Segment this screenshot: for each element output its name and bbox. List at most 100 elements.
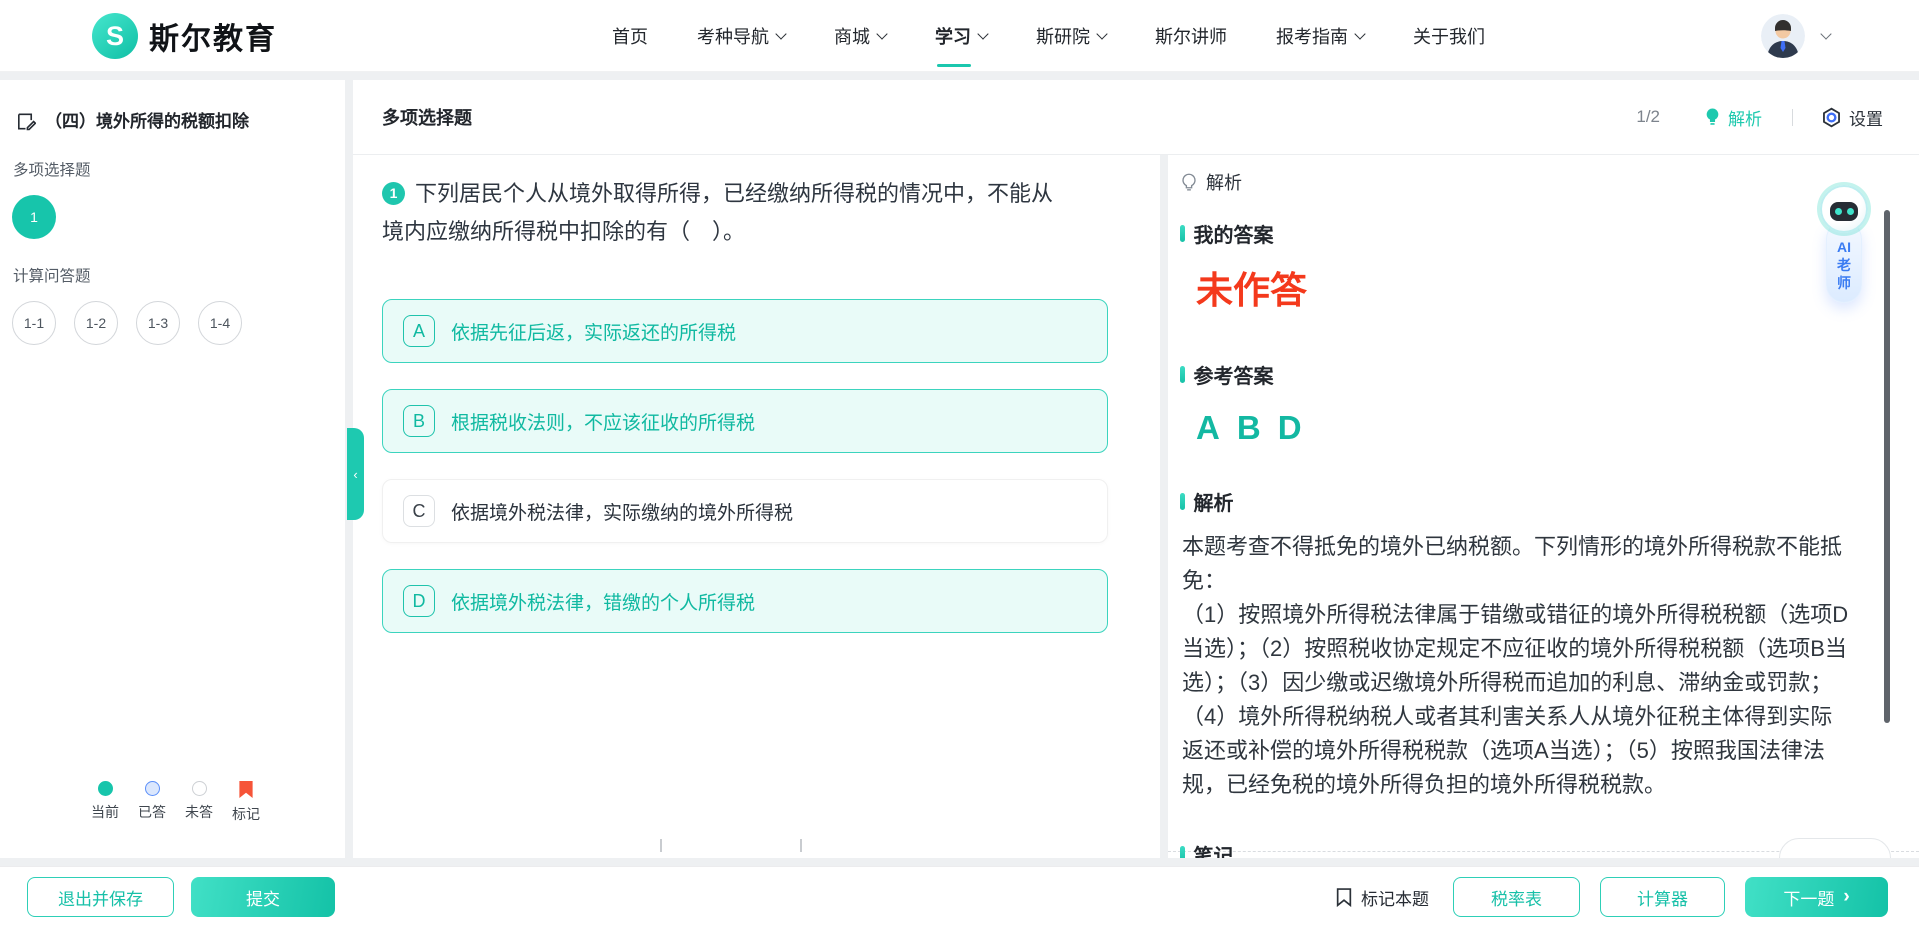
question-type-label: 多项选择题 <box>382 104 472 130</box>
option-letter: B <box>403 405 435 437</box>
mark-question-label: 标记本题 <box>1361 885 1429 910</box>
question-number-button[interactable]: 1-1 <box>12 301 56 345</box>
options-list: A 依据先征后返，实际返还的所得税 B 根据税收法则，不应该征收的所得税 C 依… <box>382 299 1108 633</box>
sidebar-collapse-button[interactable]: ‹ <box>347 428 364 520</box>
ai-teacher-button[interactable]: AI老师 <box>1820 185 1868 303</box>
settings-button[interactable]: 设置 <box>1821 105 1883 130</box>
brand-logo[interactable]: S 斯尔教育 <box>92 0 277 72</box>
legend-unanswered: 未答 <box>180 781 218 824</box>
chevron-down-icon <box>1820 28 1831 39</box>
legend-answered: 已答 <box>133 781 171 824</box>
analysis-section-label: 解析 <box>1194 487 1234 516</box>
chevron-down-icon <box>876 28 887 39</box>
section-label-calculation: 计算问答题 <box>13 264 345 286</box>
nav-label: 斯尔讲师 <box>1155 23 1227 49</box>
user-menu[interactable] <box>1761 0 1830 72</box>
exam-page: S 斯尔教育 首页 考种导航 商城 学习 斯研院 斯尔讲师 报考指南 关于我们 <box>0 0 1919 926</box>
note-edit-icon <box>15 111 36 132</box>
analysis-panel-title-text: 解析 <box>1206 169 1242 195</box>
section-bar <box>1180 225 1185 242</box>
gear-icon <box>1821 107 1842 128</box>
legend-label: 未答 <box>185 802 213 822</box>
nav-label: 报考指南 <box>1276 23 1348 49</box>
my-answer-label: 我的答案 <box>1194 219 1274 248</box>
answer-letter: A <box>1196 409 1220 447</box>
option-text: 依据境外税法律，实际缴纳的境外所得税 <box>451 498 793 525</box>
option-text: 根据税收法则，不应该征收的所得税 <box>451 408 755 435</box>
notes-header: 笔记 <box>1180 840 1234 858</box>
my-answer-value: 未作答 <box>1196 260 1919 314</box>
status-legend: 当前 已答 未答 标记 <box>86 781 265 824</box>
my-answer-header: 我的答案 <box>1180 219 1919 248</box>
nav-item-mall[interactable]: 商城 <box>834 0 886 72</box>
legend-label: 已答 <box>138 802 166 822</box>
section-bar <box>1180 366 1185 383</box>
chapter-title-text: （四）境外所得的税额扣除 <box>45 110 249 133</box>
section-label-multiple-choice: 多项选择题 <box>13 158 345 180</box>
nav-item-institute[interactable]: 斯研院 <box>1036 0 1106 72</box>
reference-answer-label: 参考答案 <box>1194 360 1274 389</box>
analysis-panel: 解析 我的答案 未作答 参考答案 A B D 解析 本题考查不得抵免的境外已纳税… <box>1168 155 1919 858</box>
current-dot-icon <box>98 781 113 796</box>
submit-button[interactable]: 提交 <box>191 877 335 917</box>
nav-item-exam-guide[interactable]: 考种导航 <box>697 0 785 72</box>
question-text: 下列居民个人从境外取得所得，已经缴纳所得税的情况中，不能从境内应缴纳所得税中扣除… <box>382 181 1053 244</box>
add-note-button[interactable] <box>1779 838 1891 858</box>
panel-resize-tick <box>800 839 802 852</box>
option-text: 依据境外税法律，错缴的个人所得税 <box>451 588 755 615</box>
question-number-button[interactable]: 1-3 <box>136 301 180 345</box>
answer-letter: D <box>1278 409 1302 447</box>
exit-and-save-button[interactable]: 退出并保存 <box>27 877 174 917</box>
question-number-button[interactable]: 1-4 <box>198 301 242 345</box>
tax-rate-table-button[interactable]: 税率表 <box>1453 877 1580 917</box>
chevron-right-icon: › <box>1843 886 1849 908</box>
main-nav: 首页 考种导航 商城 学习 斯研院 斯尔讲师 报考指南 关于我们 <box>612 0 1485 72</box>
avatar <box>1761 14 1805 58</box>
nav-item-about-us[interactable]: 关于我们 <box>1413 0 1485 72</box>
nav-item-study[interactable]: 学习 <box>935 0 987 72</box>
analysis-toggle-button[interactable]: 解析 <box>1704 105 1762 130</box>
question-number-button[interactable]: 1-2 <box>74 301 118 345</box>
nav-label: 考种导航 <box>697 23 769 49</box>
panel-resize-tick <box>660 839 662 852</box>
lightbulb-icon <box>1704 107 1721 127</box>
nav-label: 关于我们 <box>1413 23 1485 49</box>
option-a[interactable]: A 依据先征后返，实际返还的所得税 <box>382 299 1108 363</box>
question-number-button[interactable]: 1 <box>12 195 56 239</box>
nav-item-home[interactable]: 首页 <box>612 0 648 72</box>
legend-label: 当前 <box>91 802 119 822</box>
question-stem: 1下列居民个人从境外取得所得，已经缴纳所得税的情况中，不能从境内应缴纳所得税中扣… <box>382 175 1062 251</box>
question-header-bar: 多项选择题 1/2 解析 设置 <box>353 80 1919 155</box>
nav-item-registration-guide[interactable]: 报考指南 <box>1276 0 1364 72</box>
question-number-badge: 1 <box>382 182 405 205</box>
option-b[interactable]: B 根据税收法则，不应该征收的所得税 <box>382 389 1108 453</box>
option-d[interactable]: D 依据境外税法律，错缴的个人所得税 <box>382 569 1108 633</box>
chapter-title: （四）境外所得的税额扣除 <box>0 80 345 133</box>
ai-teacher-pill: AI老师 <box>1826 221 1862 303</box>
analysis-panel-title: 解析 <box>1180 169 1919 195</box>
divider <box>1792 109 1793 126</box>
legend-current: 当前 <box>86 781 124 824</box>
progress-indicator: 1/2 <box>1636 107 1660 127</box>
nav-label: 商城 <box>834 23 870 49</box>
analysis-toggle-label: 解析 <box>1728 105 1762 130</box>
footer-bar: 退出并保存 提交 标记本题 税率表 计算器 下一题 › <box>0 866 1919 926</box>
calculator-button[interactable]: 计算器 <box>1600 877 1725 917</box>
next-question-label: 下一题 <box>1783 885 1834 910</box>
question-panel: 1下列居民个人从境外取得所得，已经缴纳所得税的情况中，不能从境内应缴纳所得税中扣… <box>353 155 1160 858</box>
option-c[interactable]: C 依据境外税法律，实际缴纳的境外所得税 <box>382 479 1108 543</box>
section-bar <box>1180 846 1185 858</box>
nav-item-lecturers[interactable]: 斯尔讲师 <box>1155 0 1227 72</box>
option-text: 依据先征后返，实际返还的所得税 <box>451 318 736 345</box>
legend-marked: 标记 <box>227 781 265 824</box>
chevron-down-icon <box>1096 28 1107 39</box>
scrollbar-thumb[interactable] <box>1884 210 1890 723</box>
bookmark-outline-icon <box>1336 888 1352 907</box>
unanswered-dot-icon <box>192 781 207 796</box>
option-letter: C <box>403 495 435 527</box>
mark-question-button[interactable]: 标记本题 <box>1336 885 1429 910</box>
reference-answer-header: 参考答案 <box>1180 360 1919 389</box>
chevron-down-icon <box>775 28 786 39</box>
next-question-button[interactable]: 下一题 › <box>1745 877 1888 917</box>
option-letter: A <box>403 315 435 347</box>
